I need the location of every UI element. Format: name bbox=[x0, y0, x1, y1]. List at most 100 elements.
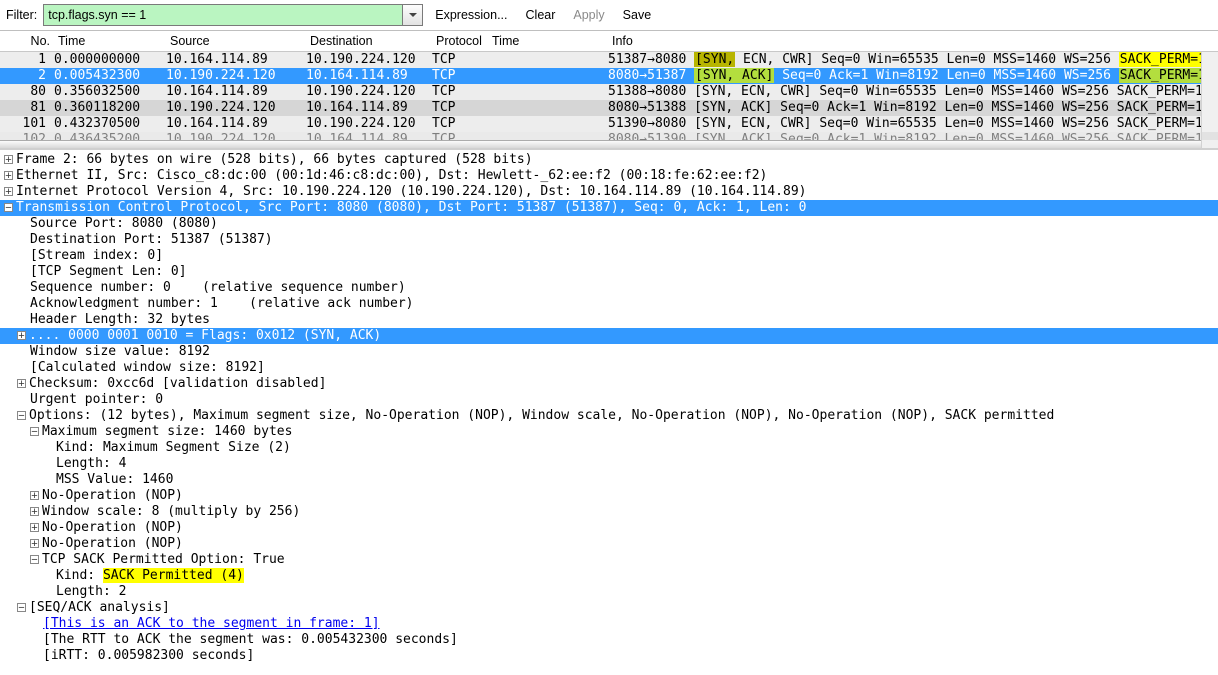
detail-ethernet[interactable]: +Ethernet II, Src: Cisco_c8:dc:00 (00:1d… bbox=[0, 168, 1218, 184]
cell-time2 bbox=[484, 52, 604, 68]
detail-seq[interactable]: Sequence number: 0 (relative sequence nu… bbox=[0, 280, 1218, 296]
flag-chip: [SYN, ACK] bbox=[694, 68, 774, 83]
detail-checksum[interactable]: +Checksum: 0xcc6d [validation disabled] bbox=[0, 376, 1218, 392]
detail-window[interactable]: Window size value: 8192 bbox=[0, 344, 1218, 360]
clear-button[interactable]: Clear bbox=[520, 6, 562, 24]
expand-collapse-icon[interactable]: − bbox=[17, 411, 26, 420]
detail-mss-val[interactable]: MSS Value: 1460 bbox=[0, 472, 1218, 488]
detail-ack-to-frame[interactable]: [This is an ACK to the segment in frame:… bbox=[0, 616, 1218, 632]
cell-time: 0.432370500 bbox=[50, 116, 162, 132]
detail-mss-kind[interactable]: Kind: Maximum Segment Size (2) bbox=[0, 440, 1218, 456]
packet-row[interactable]: 1 0.000000000 10.164.114.89 10.190.224.1… bbox=[0, 52, 1218, 68]
cell-info: 51387→8080 [SYN, ECN, CWR] Seq=0 Win=655… bbox=[604, 52, 1218, 68]
cell-source: 10.190.224.120 bbox=[162, 100, 302, 116]
sack-chip: SACK_PERM=1 bbox=[1119, 68, 1207, 83]
detail-header-len[interactable]: Header Length: 32 bytes bbox=[0, 312, 1218, 328]
cell-no: 80 bbox=[0, 84, 50, 100]
frame-link[interactable]: [This is an ACK to the segment in frame:… bbox=[43, 616, 380, 631]
detail-window-scale[interactable]: +Window scale: 8 (multiply by 256) bbox=[0, 504, 1218, 520]
detail-options[interactable]: −Options: (12 bytes), Maximum segment si… bbox=[0, 408, 1218, 424]
detail-dst-port[interactable]: Destination Port: 51387 (51387) bbox=[0, 232, 1218, 248]
cell-destination: 10.164.114.89 bbox=[302, 68, 428, 84]
col-destination[interactable]: Destination bbox=[306, 33, 432, 49]
cell-time2 bbox=[484, 116, 604, 132]
expression-button[interactable]: Expression... bbox=[429, 6, 513, 24]
cell-protocol: TCP bbox=[428, 68, 484, 84]
col-time[interactable]: Time bbox=[54, 33, 166, 49]
expand-collapse-icon[interactable]: − bbox=[30, 427, 39, 436]
detail-src-port[interactable]: Source Port: 8080 (8080) bbox=[0, 216, 1218, 232]
cell-destination: 10.190.224.120 bbox=[302, 52, 428, 68]
cell-source: 10.164.114.89 bbox=[162, 52, 302, 68]
detail-nop[interactable]: +No-Operation (NOP) bbox=[0, 488, 1218, 504]
detail-sack-permitted[interactable]: −TCP SACK Permitted Option: True bbox=[0, 552, 1218, 568]
save-button[interactable]: Save bbox=[617, 6, 658, 24]
packet-row[interactable]: 80 0.356032500 10.164.114.89 10.190.224.… bbox=[0, 84, 1218, 100]
col-protocol[interactable]: Protocol bbox=[432, 33, 488, 49]
detail-calc-window[interactable]: [Calculated window size: 8192] bbox=[0, 360, 1218, 376]
detail-tcp[interactable]: −Transmission Control Protocol, Src Port… bbox=[0, 200, 1218, 216]
expand-collapse-icon[interactable]: + bbox=[30, 491, 39, 500]
packet-list-header: No. Time Source Destination Protocol Tim… bbox=[0, 31, 1218, 52]
cell-time: 0.356032500 bbox=[50, 84, 162, 100]
expand-collapse-icon[interactable]: + bbox=[30, 507, 39, 516]
detail-seq-ack-analysis[interactable]: −[SEQ/ACK analysis] bbox=[0, 600, 1218, 616]
cell-no: 101 bbox=[0, 116, 50, 132]
packet-row-cutoff: 102 0.436435200 10.190.224.120 10.164.11… bbox=[0, 132, 1218, 140]
detail-nop[interactable]: +No-Operation (NOP) bbox=[0, 520, 1218, 536]
detail-mss-len[interactable]: Length: 4 bbox=[0, 456, 1218, 472]
expand-collapse-icon[interactable]: + bbox=[30, 523, 39, 532]
detail-segment-len[interactable]: [TCP Segment Len: 0] bbox=[0, 264, 1218, 280]
detail-urgent[interactable]: Urgent pointer: 0 bbox=[0, 392, 1218, 408]
packet-details-pane[interactable]: +Frame 2: 66 bytes on wire (528 bits), 6… bbox=[0, 150, 1218, 670]
cell-time: 0.360118200 bbox=[50, 100, 162, 116]
cell-source: 10.190.224.120 bbox=[162, 68, 302, 84]
filter-input[interactable] bbox=[43, 4, 423, 26]
col-info[interactable]: Info bbox=[608, 33, 1214, 49]
detail-nop[interactable]: +No-Operation (NOP) bbox=[0, 536, 1218, 552]
cell-info: 51388→8080 [SYN, ECN, CWR] Seq=0 Win=655… bbox=[604, 84, 1218, 100]
cell-time: 0.000000000 bbox=[50, 52, 162, 68]
flag-chip: [SYN, bbox=[694, 52, 735, 67]
filter-toolbar: Filter: Expression... Clear Apply Save bbox=[0, 0, 1218, 31]
cell-no: 2 bbox=[0, 68, 50, 84]
filter-dropdown-icon[interactable] bbox=[402, 5, 422, 25]
pane-splitter[interactable] bbox=[0, 140, 1218, 148]
expand-collapse-icon[interactable]: − bbox=[17, 603, 26, 612]
detail-frame[interactable]: +Frame 2: 66 bytes on wire (528 bits), 6… bbox=[0, 152, 1218, 168]
detail-stream-index[interactable]: [Stream index: 0] bbox=[0, 248, 1218, 264]
highlighted-sack-kind: SACK Permitted (4) bbox=[103, 568, 244, 583]
expand-collapse-icon[interactable]: + bbox=[4, 155, 13, 164]
expand-collapse-icon[interactable]: − bbox=[30, 555, 39, 564]
expand-collapse-icon[interactable]: + bbox=[17, 379, 26, 388]
filter-combo[interactable] bbox=[43, 4, 423, 26]
packet-list[interactable]: 1 0.000000000 10.164.114.89 10.190.224.1… bbox=[0, 52, 1218, 150]
expand-collapse-icon[interactable]: + bbox=[4, 187, 13, 196]
cell-protocol: TCP bbox=[428, 52, 484, 68]
packet-row[interactable]: 81 0.360118200 10.190.224.120 10.164.114… bbox=[0, 100, 1218, 116]
detail-irtt[interactable]: [iRTT: 0.005982300 seconds] bbox=[0, 648, 1218, 664]
expand-collapse-icon[interactable]: − bbox=[4, 203, 13, 212]
filter-label: Filter: bbox=[6, 8, 37, 22]
packet-row[interactable]: 101 0.432370500 10.164.114.89 10.190.224… bbox=[0, 116, 1218, 132]
col-time2[interactable]: Time bbox=[488, 33, 608, 49]
detail-flags[interactable]: +.... 0000 0001 0010 = Flags: 0x012 (SYN… bbox=[0, 328, 1218, 344]
detail-ack[interactable]: Acknowledgment number: 1 (relative ack n… bbox=[0, 296, 1218, 312]
cell-destination: 10.190.224.120 bbox=[302, 116, 428, 132]
cell-destination: 10.190.224.120 bbox=[302, 84, 428, 100]
packet-row-selected[interactable]: 2 0.005432300 10.190.224.120 10.164.114.… bbox=[0, 68, 1218, 84]
col-no[interactable]: No. bbox=[4, 33, 54, 49]
cell-source: 10.164.114.89 bbox=[162, 84, 302, 100]
detail-mss[interactable]: −Maximum segment size: 1460 bytes bbox=[0, 424, 1218, 440]
expand-collapse-icon[interactable]: + bbox=[4, 171, 13, 180]
detail-ip[interactable]: +Internet Protocol Version 4, Src: 10.19… bbox=[0, 184, 1218, 200]
detail-sack-len[interactable]: Length: 2 bbox=[0, 584, 1218, 600]
expand-collapse-icon[interactable]: + bbox=[30, 539, 39, 548]
detail-sack-kind[interactable]: Kind: SACK Permitted (4) bbox=[0, 568, 1218, 584]
expand-collapse-icon[interactable]: + bbox=[17, 331, 26, 340]
detail-rtt[interactable]: [The RTT to ACK the segment was: 0.00543… bbox=[0, 632, 1218, 648]
cell-time2 bbox=[484, 68, 604, 84]
col-source[interactable]: Source bbox=[166, 33, 306, 49]
cell-no: 81 bbox=[0, 100, 50, 116]
cell-info: 51390→8080 [SYN, ECN, CWR] Seq=0 Win=655… bbox=[604, 116, 1218, 132]
